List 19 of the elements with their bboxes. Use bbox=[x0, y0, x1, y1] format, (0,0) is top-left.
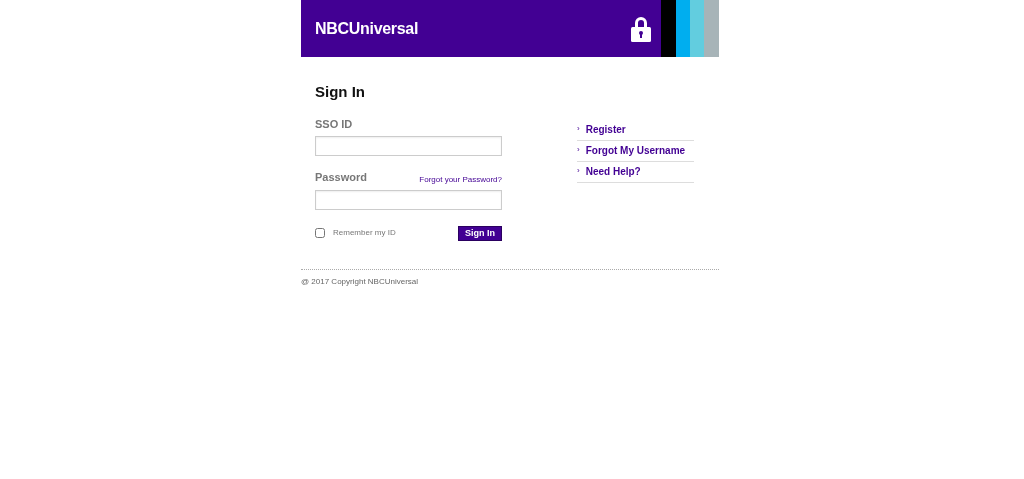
field-label: Password bbox=[315, 170, 367, 185]
username-field[interactable] bbox=[315, 136, 502, 156]
field-label: SSO ID bbox=[315, 116, 354, 132]
forgot-password-link[interactable]: Forgot your Password? bbox=[419, 173, 502, 186]
chevron-icon: › bbox=[577, 165, 580, 177]
logo: NBCUniversal bbox=[315, 18, 419, 39]
help-link[interactable]: Forgot My Username bbox=[585, 142, 686, 158]
remember-checkbox[interactable] bbox=[315, 228, 325, 238]
help-link[interactable]: Need Help? bbox=[585, 163, 641, 179]
chevron-icon: › bbox=[577, 123, 580, 135]
checkbox-label: Remember my ID bbox=[333, 227, 396, 239]
help-link[interactable]: Register bbox=[585, 121, 626, 137]
chevron-icon: › bbox=[577, 144, 580, 156]
password-field[interactable] bbox=[315, 189, 502, 210]
copyright-text: @ 2017 Copyright NBCUniversal bbox=[301, 268, 719, 288]
page-title: Sign In bbox=[315, 82, 366, 102]
sign-in-button[interactable]: Sign In bbox=[458, 225, 502, 241]
stripes-drawing bbox=[661, 0, 719, 57]
lock-icon bbox=[631, 15, 651, 42]
